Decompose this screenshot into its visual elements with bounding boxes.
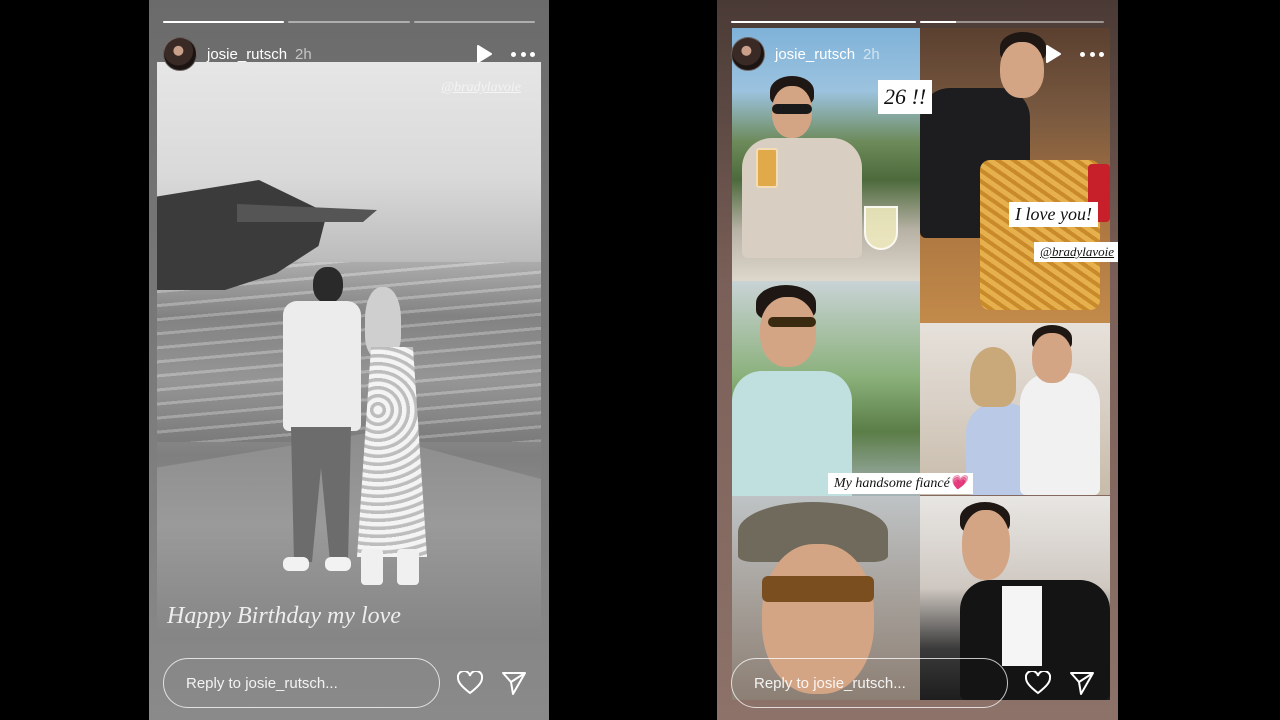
avatar[interactable]: [731, 37, 765, 71]
progress-segment: [288, 21, 410, 23]
reply-input[interactable]: Reply to josie_rutsch...: [163, 658, 440, 708]
story-footer: Reply to josie_rutsch...: [163, 658, 535, 708]
progress-segment: [731, 21, 916, 23]
reply-placeholder: Reply to josie_rutsch...: [754, 674, 906, 692]
heart-icon[interactable]: [1024, 669, 1052, 697]
avatar[interactable]: [163, 37, 197, 71]
photo-collage: 26 !! I love you! @bradylavoie My handso…: [732, 28, 1118, 700]
play-icon[interactable]: [1044, 45, 1062, 63]
play-icon[interactable]: [475, 45, 493, 63]
more-icon[interactable]: [1080, 45, 1104, 63]
fiance-sticker: My handsome fiancé💗: [828, 473, 974, 494]
progress-segment: [919, 21, 1104, 23]
send-icon[interactable]: [500, 669, 528, 697]
story-viewer: @bradylavoie Happy Birthday my love josi…: [0, 0, 1280, 720]
collage-photo-terrace: [732, 281, 920, 496]
timestamp: 2h: [295, 45, 312, 63]
reply-placeholder: Reply to josie_rutsch...: [186, 674, 338, 692]
story-card-right[interactable]: 26 !! I love you! @bradylavoie My handso…: [717, 0, 1118, 720]
story-header: josie_rutsch 2h: [163, 36, 535, 72]
reply-input[interactable]: Reply to josie_rutsch...: [731, 658, 1008, 708]
story-card-left[interactable]: @bradylavoie Happy Birthday my love josi…: [149, 0, 549, 720]
send-icon[interactable]: [1068, 669, 1096, 697]
story-header: josie_rutsch 2h: [731, 36, 1104, 72]
more-icon[interactable]: [511, 45, 535, 63]
man-figure: [273, 267, 365, 585]
progress-bar: [163, 21, 535, 24]
love-sticker: I love you!: [1009, 202, 1098, 227]
age-sticker: 26 !!: [878, 80, 933, 114]
mention-sticker[interactable]: @bradylavoie: [1034, 242, 1118, 262]
username[interactable]: josie_rutsch: [207, 46, 287, 63]
story-photo: @bradylavoie Happy Birthday my love: [157, 62, 541, 640]
collage-photo-couple: [920, 323, 1110, 495]
collage-photo-dinner: [920, 28, 1110, 323]
progress-segment: [163, 21, 285, 23]
heart-icon[interactable]: [456, 669, 484, 697]
username[interactable]: josie_rutsch: [775, 46, 855, 63]
woman-figure: [353, 287, 431, 587]
mention-sticker[interactable]: @bradylavoie: [441, 80, 521, 96]
story-caption: Happy Birthday my love: [167, 603, 401, 629]
story-footer: Reply to josie_rutsch...: [731, 658, 1104, 708]
timestamp: 2h: [863, 45, 880, 63]
progress-bar: [731, 21, 1104, 24]
progress-segment: [413, 21, 535, 23]
